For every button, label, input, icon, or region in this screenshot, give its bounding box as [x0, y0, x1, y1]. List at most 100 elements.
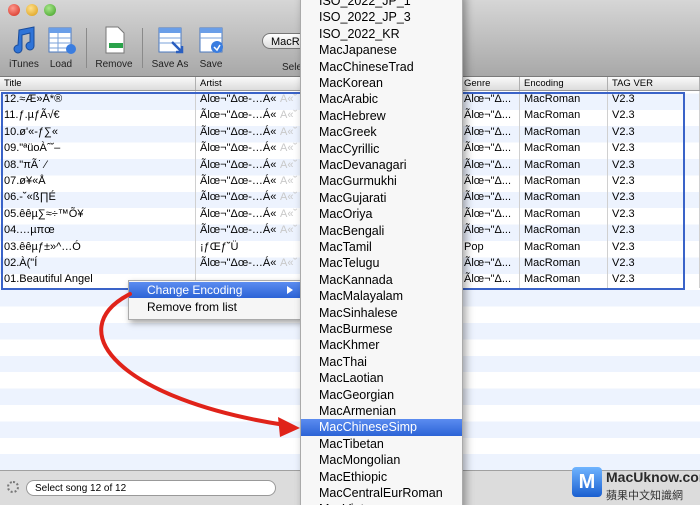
submenu-item-encoding[interactable]: MacKorean [301, 75, 462, 91]
column-header-title[interactable]: Title [0, 77, 196, 90]
load-button[interactable]: Load [39, 24, 83, 70]
zoom-window-button[interactable] [44, 4, 56, 16]
cell-title: 11.ƒ.µƒÃ√€ [0, 107, 196, 124]
submenu-item-encoding[interactable]: MacCyrillic [301, 141, 462, 157]
submenu-item-encoding[interactable]: MacKhmer [301, 337, 462, 353]
cell-encoding: MacRoman [520, 205, 608, 223]
cell-artist: Ãlœ¬"Δœ-…Á«˘ [200, 257, 276, 269]
status-text: Select song 12 of 12 [26, 480, 276, 496]
submenu-item-encoding[interactable]: MacSinhalese [301, 305, 462, 321]
submenu-item-encoding[interactable]: MacHebrew [301, 108, 462, 124]
cell-genre: Ãlœ¬"Δ... [460, 189, 520, 206]
submenu-item-encoding[interactable]: MacTamil [301, 239, 462, 255]
submenu-item-encoding[interactable]: MacChineseTrad [301, 59, 462, 75]
remove-document-icon [98, 24, 130, 56]
cell-encoding: MacRoman [520, 123, 608, 141]
submenu-item-encoding[interactable]: MacThai [301, 354, 462, 370]
music-note-icon [8, 24, 40, 56]
cell-genre: Ãlœ¬"Δ... [460, 156, 520, 173]
cell-title: 05.êêµ∑≈÷™Õ¥ [0, 205, 196, 223]
cell-encoding: MacRoman [520, 91, 608, 108]
toolbar-separator [86, 28, 87, 68]
submenu-item-encoding[interactable]: MacKannada [301, 272, 462, 288]
submenu-item-encoding[interactable]: MacLaotian [301, 370, 462, 386]
column-header-genre[interactable]: Genre [460, 77, 520, 90]
submenu-item-encoding[interactable]: MacJapanese [301, 42, 462, 58]
cell-title: 08."πÃ˙ ⁄ [0, 156, 196, 173]
cell-artist: Ãlœ¬"Δœ-…Á«˘ [200, 142, 276, 155]
cell-tag-ver: V2.3 [608, 238, 700, 255]
cell-artist: Ãlœ¬"Δœ-…Á«˘ [200, 93, 276, 105]
progress-spinner-icon [7, 481, 19, 493]
cell-title: 07.ø¥«Å [0, 173, 196, 190]
submenu-item-encoding[interactable]: MacCentralEurRoman [301, 485, 462, 501]
save-as-button[interactable]: Save As [148, 24, 192, 70]
cell-encoding: MacRoman [520, 173, 608, 190]
cell-artist: Ãlœ¬"Δœ-…Á«˘ [200, 175, 276, 187]
submenu-item-encoding[interactable]: MacBengali [301, 223, 462, 239]
cell-encoding: MacRoman [520, 107, 608, 124]
watermark: M MacUknow.com 蘋果中文知識網 [570, 465, 700, 505]
cell-genre: Pop [460, 238, 520, 255]
submenu-item-encoding[interactable]: MacTelugu [301, 255, 462, 271]
submenu-item-encoding[interactable]: MacGreek [301, 124, 462, 140]
cell-title: 02.À("Í [0, 255, 196, 272]
submenu-item-encoding[interactable]: MacArabic [301, 91, 462, 107]
save-as-button-label: Save As [151, 59, 189, 70]
submenu-item-encoding[interactable]: ISO_2022_KR [301, 26, 462, 42]
cell-artist: Ãlœ¬"Δœ-…Á«˘ [200, 158, 276, 171]
cell-tag-ver: V2.3 [608, 123, 700, 141]
submenu-item-encoding[interactable]: MacGeorgian [301, 387, 462, 403]
cell-title: 10.ø'«-ƒ∑« [0, 123, 196, 141]
cell-genre: Ãlœ¬"Δ... [460, 140, 520, 157]
submenu-item-encoding[interactable]: MacMongolian [301, 452, 462, 468]
cell-artist: Ãlœ¬"Δœ-…Á«˘ [200, 207, 276, 220]
submenu-item-encoding[interactable]: MacBurmese [301, 321, 462, 337]
cell-encoding: MacRoman [520, 255, 608, 272]
menu-item-change-encoding[interactable]: Change Encoding [129, 282, 301, 298]
cell-artist: Ãlœ¬"Δœ-…Á«˘ [200, 224, 276, 237]
cell-title: 09."ªüoÀˆ˘– [0, 140, 196, 157]
cell-encoding: MacRoman [520, 189, 608, 206]
submenu-item-encoding[interactable]: ISO_2022_JP_3 [301, 9, 462, 25]
submenu-item-encoding[interactable]: MacDevanagari [301, 157, 462, 173]
cell-encoding: MacRoman [520, 271, 608, 288]
submenu-item-encoding[interactable]: MacArmenian [301, 403, 462, 419]
submenu-item-encoding[interactable]: MacChineseSimp [301, 419, 462, 436]
cell-tag-ver: V2.3 [608, 173, 700, 190]
watermark-site: MacUknow.com [606, 469, 700, 485]
minimize-window-button[interactable] [26, 4, 38, 16]
close-window-button[interactable] [8, 4, 20, 16]
cell-title: 12.≈Æ»Å*® [0, 91, 196, 108]
submenu-item-encoding[interactable]: MacGujarati [301, 190, 462, 206]
cell-title: 03.êêµƒ±»^…Ó [0, 238, 196, 255]
encoding-submenu: ISO_2022_JP_1 ISO_2022_JP_3 ISO_2022_KR Mac… [300, 0, 463, 505]
submenu-item-encoding[interactable]: ISO_2022_JP_1 [301, 0, 462, 9]
remove-button-label: Remove [95, 59, 133, 70]
cell-title: 04.…µπœ [0, 222, 196, 239]
cell-genre: Ãlœ¬"Δ... [460, 222, 520, 239]
submenu-item-encoding[interactable]: MacOriya [301, 206, 462, 222]
submenu-item-encoding[interactable]: MacEthiopic [301, 469, 462, 485]
remove-button[interactable]: Remove [92, 24, 136, 70]
cell-artist: Ãlœ¬"Δœ-…Á«˘ [200, 109, 276, 122]
cell-encoding: MacRoman [520, 140, 608, 157]
submenu-item-encoding[interactable]: MacMalayalam [301, 288, 462, 304]
submenu-item-encoding[interactable]: MacVietnamese [301, 501, 462, 505]
cell-artist: ¡ƒŒƒ˘Ü [200, 240, 239, 253]
watermark-subtitle: 蘋果中文知識網 [606, 490, 683, 502]
cell-encoding: MacRoman [520, 238, 608, 255]
cell-artist: Ãlœ¬"Δœ-…Á«˘ [200, 191, 276, 204]
submenu-item-encoding[interactable]: MacGurmukhi [301, 173, 462, 189]
submenu-item-encoding[interactable]: MacTibetan [301, 436, 462, 452]
save-button[interactable]: Save [189, 24, 233, 70]
load-button-label: Load [49, 59, 73, 70]
cell-genre: Ãlœ¬"Δ... [460, 255, 520, 272]
menu-item-remove-from-list[interactable]: Remove from list [129, 299, 301, 315]
menu-item-label: Change Encoding [147, 283, 243, 297]
cell-genre: Ãlœ¬"Δ... [460, 91, 520, 108]
column-header-encoding[interactable]: Encoding [520, 77, 608, 90]
column-header-tag-ver[interactable]: TAG VER [608, 77, 700, 90]
save-icon [195, 24, 227, 56]
app-window: iTunes Load Remove Save As Save MacR Sel… [0, 0, 700, 505]
